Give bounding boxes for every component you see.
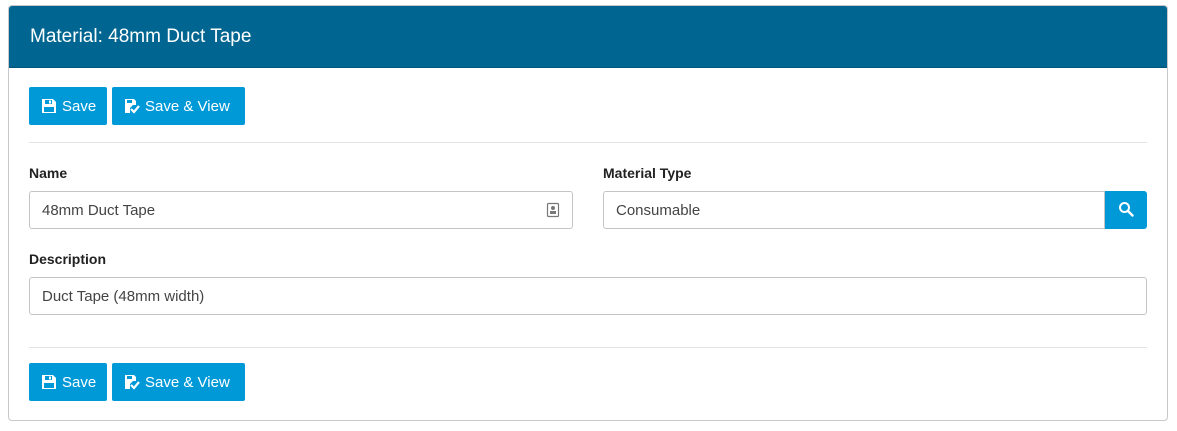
save-button-label: Save [62,97,97,115]
divider-top [29,142,1147,143]
material-type-search-button[interactable] [1105,191,1147,229]
save-view-button[interactable]: Save & View [112,363,245,401]
name-field[interactable]: 48mm Duct Tape [29,191,573,229]
save-button-label: Save [62,373,97,391]
description-value: Duct Tape (48mm width) [42,287,205,305]
search-icon [1118,201,1134,220]
save-button[interactable]: Save [29,363,107,401]
material-type-field[interactable]: Consumable [603,191,1105,229]
top-action-bar: Save Save & View [29,87,245,125]
material-panel: Material: 48mm Duct Tape Save Save & Vie… [8,5,1168,421]
save-view-button[interactable]: Save & View [112,87,245,125]
divider-bottom [29,347,1147,348]
page-title: Material: 48mm Duct Tape [30,25,252,47]
file-check-icon [124,374,140,390]
panel-body: Save Save & View Name 48mm Duct Tape Mat… [9,68,1167,420]
material-type-label: Material Type [603,165,692,181]
description-label: Description [29,251,107,267]
name-value: 48mm Duct Tape [42,201,156,219]
name-label: Name [29,165,68,181]
save-button[interactable]: Save [29,87,107,125]
description-field[interactable]: Duct Tape (48mm width) [29,277,1147,315]
bottom-action-bar: Save Save & View [29,363,245,401]
save-view-button-label: Save & View [145,97,230,115]
material-type-value: Consumable [616,201,701,219]
file-check-icon [124,98,140,114]
floppy-disk-icon [41,98,57,114]
floppy-disk-icon [41,374,57,390]
material-type-group: Consumable [603,191,1147,229]
panel-header: Material: 48mm Duct Tape [9,6,1167,68]
contact-card-icon [546,202,560,218]
save-view-button-label: Save & View [145,373,230,391]
